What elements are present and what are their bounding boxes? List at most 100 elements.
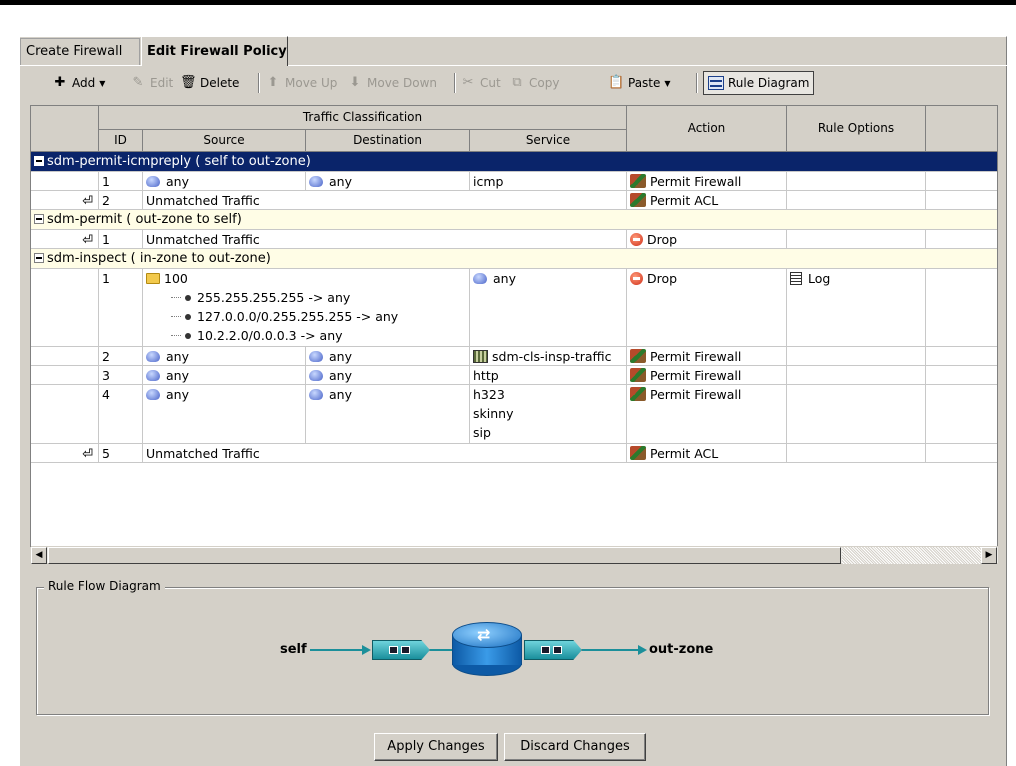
- table-row[interactable]: ⏎ 1 Unmatched Traffic Drop: [31, 230, 997, 249]
- action-cell: Permit ACL: [627, 191, 787, 209]
- scroll-right-icon[interactable]: ▶: [981, 547, 997, 564]
- network-any-icon: [309, 351, 323, 362]
- scrollbar-track[interactable]: [842, 547, 981, 564]
- tab-create-firewall[interactable]: Create Firewall: [20, 38, 140, 65]
- source-cell: any: [143, 172, 306, 190]
- cut-label: Cut: [480, 76, 501, 90]
- service-column-header[interactable]: Service: [470, 130, 627, 152]
- policy-group-label: sdm-permit-icmpreply ( self to out-zone): [47, 154, 311, 169]
- add-button[interactable]: ✚ Add ▼: [52, 70, 106, 96]
- table-row[interactable]: 1 100 255.255.255.255 -> any 127.0.0.0/0…: [31, 269, 997, 347]
- source-entry: 127.0.0.0/0.255.255.255 -> any: [171, 307, 398, 326]
- table-row[interactable]: ⏎ 5 Unmatched Traffic Permit ACL: [31, 444, 997, 463]
- move-down-button[interactable]: ⬇ Move Down: [347, 70, 437, 96]
- table-row[interactable]: 2 any any sdm-cls-insp-traffic Permit Fi…: [31, 347, 997, 366]
- rule-options-cell: [787, 444, 926, 462]
- source-column-header[interactable]: Source: [143, 130, 306, 152]
- delete-button[interactable]: 🗑 Delete: [180, 70, 239, 96]
- rule-flow-diagram: self out-zone: [280, 620, 740, 680]
- tree-cell: [31, 385, 99, 443]
- service-cell: h323 skinny sip: [470, 385, 627, 443]
- tree-cell: ⏎: [31, 230, 99, 248]
- drop-icon: [630, 272, 643, 285]
- id-column-header[interactable]: ID: [99, 130, 143, 152]
- network-any-icon: [309, 370, 323, 381]
- scroll-left-icon[interactable]: ◀: [31, 547, 47, 564]
- tree-cell: [31, 172, 99, 190]
- unmatched-traffic-icon: ⏎: [82, 194, 93, 209]
- router-icon: [452, 622, 522, 676]
- horizontal-scrollbar[interactable]: ◀ ▶: [31, 546, 998, 564]
- action-cell: Permit Firewall: [627, 385, 787, 443]
- unmatched-traffic-icon: ⏎: [82, 233, 93, 248]
- paste-button[interactable]: 📋 Paste ▼: [608, 70, 671, 96]
- tree-cell: [31, 269, 99, 346]
- delete-label: Delete: [200, 76, 240, 90]
- action-column-header[interactable]: Action: [627, 106, 787, 152]
- collapse-icon[interactable]: [34, 214, 44, 224]
- trash-icon: 🗑: [180, 75, 197, 90]
- edit-button[interactable]: ✎ Edit: [130, 70, 174, 96]
- action-cell: Permit Firewall: [627, 172, 787, 190]
- rule-id: 1: [99, 230, 143, 248]
- source-cell: any: [143, 347, 306, 365]
- table-row[interactable]: 1 any any icmp Permit Firewall: [31, 172, 997, 191]
- network-any-icon: [309, 389, 323, 400]
- service-line: sip: [473, 425, 491, 440]
- discard-changes-button[interactable]: Discard Changes: [504, 733, 646, 761]
- tree-cell: ⏎: [31, 191, 99, 209]
- move-down-label: Move Down: [367, 76, 437, 90]
- source-entry: 255.255.255.255 -> any: [171, 288, 350, 307]
- source-cell: 100 255.255.255.255 -> any 127.0.0.0/0.2…: [143, 269, 470, 346]
- toolbar-separator: [454, 73, 456, 93]
- folder-icon: [146, 273, 160, 284]
- policy-group-row[interactable]: sdm-permit ( out-zone to self): [31, 210, 997, 230]
- host-bullet-icon: [185, 314, 191, 320]
- chevron-down-icon: ▼: [664, 78, 671, 88]
- tree-cell: ⏎: [31, 444, 99, 462]
- table-row[interactable]: 3 any any http Permit Firewall: [31, 366, 997, 385]
- cut-button[interactable]: ✂ Cut: [460, 70, 501, 96]
- collapse-icon[interactable]: [34, 156, 44, 166]
- rule-id: 3: [99, 366, 143, 384]
- network-any-icon: [146, 176, 160, 187]
- policy-table: Traffic Classification ID Source Destina…: [30, 105, 998, 547]
- table-row[interactable]: 4 any any h323 skinny sip Permit Firewal…: [31, 385, 997, 444]
- action-cell: Permit Firewall: [627, 366, 787, 384]
- flow-line: [430, 649, 454, 651]
- permit-icon: [630, 174, 646, 188]
- tab-edit-firewall-policy[interactable]: Edit Firewall Policy: [141, 36, 288, 66]
- rule-options-column-header[interactable]: Rule Options: [787, 106, 926, 152]
- destination-cell: any: [306, 366, 470, 384]
- permit-icon: [630, 193, 646, 207]
- policy-group-row[interactable]: sdm-permit-icmpreply ( self to out-zone): [31, 152, 997, 172]
- rule-id: 4: [99, 385, 143, 443]
- chevron-down-icon: ▼: [99, 78, 106, 88]
- paste-label: Paste: [628, 76, 661, 90]
- traffic-classification-header: Traffic Classification: [99, 106, 627, 130]
- apply-changes-button[interactable]: Apply Changes: [374, 733, 498, 761]
- window-top-border: [0, 0, 1016, 5]
- add-label: Add: [72, 76, 96, 90]
- network-any-icon: [309, 176, 323, 187]
- source-entry: 10.2.2.0/0.0.0.3 -> any: [171, 326, 343, 345]
- tree-cell: [31, 347, 99, 365]
- service-cell: any: [470, 269, 627, 346]
- policy-group-row[interactable]: sdm-inspect ( in-zone to out-zone): [31, 249, 997, 269]
- source-zone-label: self: [280, 642, 307, 657]
- flow-line: [310, 649, 365, 651]
- rule-diagram-toggle[interactable]: Rule Diagram: [703, 71, 815, 95]
- clipboard-icon: 📋: [608, 75, 625, 90]
- collapse-icon[interactable]: [34, 253, 44, 263]
- dest-zone-label: out-zone: [649, 642, 714, 657]
- source-cell: any: [143, 385, 306, 443]
- rule-id: 1: [99, 172, 143, 190]
- table-row[interactable]: ⏎ 2 Unmatched Traffic Permit ACL: [31, 191, 997, 210]
- rule-id: 2: [99, 191, 143, 209]
- filler-column-header: [926, 106, 997, 152]
- interface-port-icon: [372, 640, 430, 660]
- destination-column-header[interactable]: Destination: [306, 130, 470, 152]
- move-up-button[interactable]: ⬆ Move Up: [265, 70, 338, 96]
- copy-button[interactable]: ⧉ Copy: [509, 70, 559, 96]
- scrollbar-thumb[interactable]: [48, 547, 841, 564]
